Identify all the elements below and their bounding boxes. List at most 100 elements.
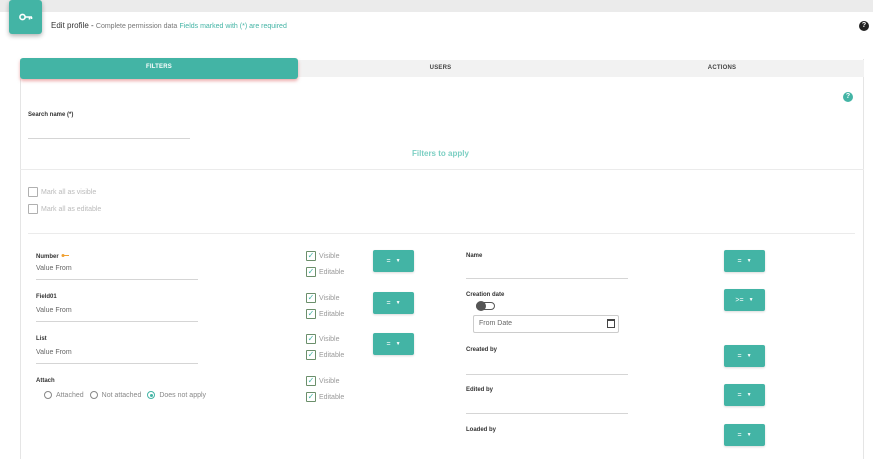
field-name-label: Name — [466, 253, 483, 259]
operator-value: >= — [735, 296, 744, 304]
editable-label: Editable — [319, 268, 345, 276]
chevron-down-icon: ▼ — [395, 300, 401, 306]
operator-value: = — [386, 257, 391, 265]
key-icon — [18, 13, 32, 21]
field-name-input[interactable] — [466, 278, 628, 279]
field-list-visible[interactable]: ✓ Visible — [306, 334, 340, 344]
field-number-underline — [36, 279, 198, 280]
visible-label: Visible — [319, 252, 340, 260]
chevron-down-icon: ▼ — [395, 258, 401, 264]
field-created-by-input[interactable] — [466, 374, 628, 375]
operator-value: = — [737, 352, 742, 360]
mark-all-visible-checkbox[interactable] — [28, 187, 38, 197]
checkmark-icon[interactable]: ✓ — [306, 267, 316, 277]
required-note: Fields marked with (*) are required — [179, 23, 287, 30]
radio-button[interactable] — [147, 391, 156, 399]
profile-badge — [9, 0, 42, 34]
field-loaded-by-operator-button[interactable]: = ▼ — [724, 424, 765, 446]
help-icon[interactable]: ? — [859, 21, 869, 31]
chevron-down-icon: ▼ — [746, 258, 752, 264]
attach-radio-group: Attached Not attached Does not apply — [44, 391, 212, 399]
field-number-editable[interactable]: ✓ Editable — [306, 267, 344, 277]
operator-value: = — [737, 391, 742, 399]
field-list-input[interactable]: Value From — [36, 349, 72, 356]
checkmark-icon[interactable]: ✓ — [306, 392, 316, 402]
chevron-down-icon: ▼ — [748, 297, 754, 303]
chevron-down-icon: ▼ — [746, 353, 752, 359]
editable-label: Editable — [319, 393, 345, 401]
field-list-operator-button[interactable]: = ▼ — [373, 333, 414, 355]
calendar-icon[interactable] — [607, 319, 615, 328]
checkmark-icon[interactable]: ✓ — [306, 350, 316, 360]
tab-users[interactable]: USERS — [333, 60, 548, 77]
editable-label: Editable — [319, 310, 345, 318]
field-field01-operator-button[interactable]: = ▼ — [373, 292, 414, 314]
tab-actions[interactable]: ACTIONS — [626, 60, 818, 77]
divider — [20, 169, 864, 170]
mark-all-visible[interactable]: Mark all as visible — [28, 187, 96, 197]
visible-label: Visible — [319, 377, 340, 385]
checkmark-icon[interactable]: ✓ — [306, 251, 316, 261]
field-number-visible[interactable]: ✓ Visible — [306, 251, 340, 261]
radio-attached[interactable]: Attached — [44, 391, 84, 399]
field-created-by-operator-button[interactable]: = ▼ — [724, 345, 765, 367]
field-edited-by-input[interactable] — [466, 413, 628, 414]
mark-all-visible-label: Mark all as visible — [41, 188, 97, 196]
operator-value: = — [737, 431, 742, 439]
page-title: Edit profile - Complete permission data … — [51, 21, 287, 30]
radio-button[interactable] — [44, 391, 52, 399]
field-number-input[interactable]: Value From — [36, 265, 72, 272]
visible-label: Visible — [319, 294, 340, 302]
tab-bar: FILTERS USERS ACTIONS — [20, 58, 864, 79]
field-field01-visible[interactable]: ✓ Visible — [306, 293, 340, 303]
title-subtitle: Complete permission data — [95, 23, 178, 30]
creation-date-toggle[interactable] — [476, 301, 495, 311]
field-list-underline — [36, 363, 198, 364]
radio-label: Does not apply — [159, 391, 207, 399]
checkmark-icon[interactable]: ✓ — [306, 334, 316, 344]
field-field01-underline — [36, 321, 198, 322]
search-name-input[interactable] — [28, 138, 190, 139]
divider — [28, 233, 855, 234]
chevron-down-icon: ▼ — [746, 392, 752, 398]
field-number-operator-button[interactable]: = ▼ — [373, 250, 414, 272]
radio-not-attached[interactable]: Not attached — [89, 391, 142, 399]
top-strip — [0, 0, 873, 12]
chevron-down-icon: ▼ — [395, 341, 401, 347]
field-number-label-text: Number — [36, 254, 59, 260]
filters-help-icon[interactable]: ? — [843, 92, 853, 102]
field-list-editable[interactable]: ✓ Editable — [306, 350, 344, 360]
checkmark-icon[interactable]: ✓ — [306, 376, 316, 386]
chevron-down-icon: ▼ — [746, 432, 752, 438]
radio-does-not-apply[interactable]: Does not apply — [147, 391, 206, 399]
field-name-operator-button[interactable]: = ▼ — [724, 250, 765, 272]
page: Edit profile - Complete permission data … — [0, 0, 873, 459]
field-loaded-by-label: Loaded by — [466, 427, 497, 433]
tab-filters[interactable]: FILTERS — [20, 58, 298, 79]
visible-label: Visible — [319, 335, 340, 343]
radio-label: Not attached — [101, 391, 142, 399]
radio-label: Attached — [56, 391, 84, 399]
checkmark-icon[interactable]: ✓ — [306, 309, 316, 319]
field-number-label: Number — [36, 253, 70, 260]
mark-all-editable-checkbox[interactable] — [28, 204, 38, 214]
field-field01-editable[interactable]: ✓ Editable — [306, 309, 344, 319]
field-creation-date-label: Creation date — [466, 292, 505, 298]
checkmark-icon[interactable]: ✓ — [306, 293, 316, 303]
search-name-label: Search name (*) — [28, 112, 74, 118]
mark-all-editable-label: Mark all as editable — [41, 205, 102, 213]
field-edited-by-operator-button[interactable]: = ▼ — [724, 384, 765, 406]
creation-date-input[interactable]: From Date — [473, 315, 619, 333]
field-created-by-label: Created by — [466, 347, 498, 353]
field-list-label: List — [36, 336, 47, 342]
field-field01-input[interactable]: Value From — [36, 307, 72, 314]
radio-button[interactable] — [89, 391, 98, 399]
field-creation-date-operator-button[interactable]: >= ▼ — [724, 289, 765, 311]
field-field01-label: Field01 — [36, 294, 57, 300]
field-edited-by-label: Edited by — [466, 387, 494, 393]
title-text: Edit profile — [51, 21, 89, 30]
field-attach-editable[interactable]: ✓ Editable — [306, 392, 344, 402]
date-placeholder: From Date — [479, 320, 513, 327]
field-attach-visible[interactable]: ✓ Visible — [306, 376, 340, 386]
mark-all-editable[interactable]: Mark all as editable — [28, 204, 101, 214]
